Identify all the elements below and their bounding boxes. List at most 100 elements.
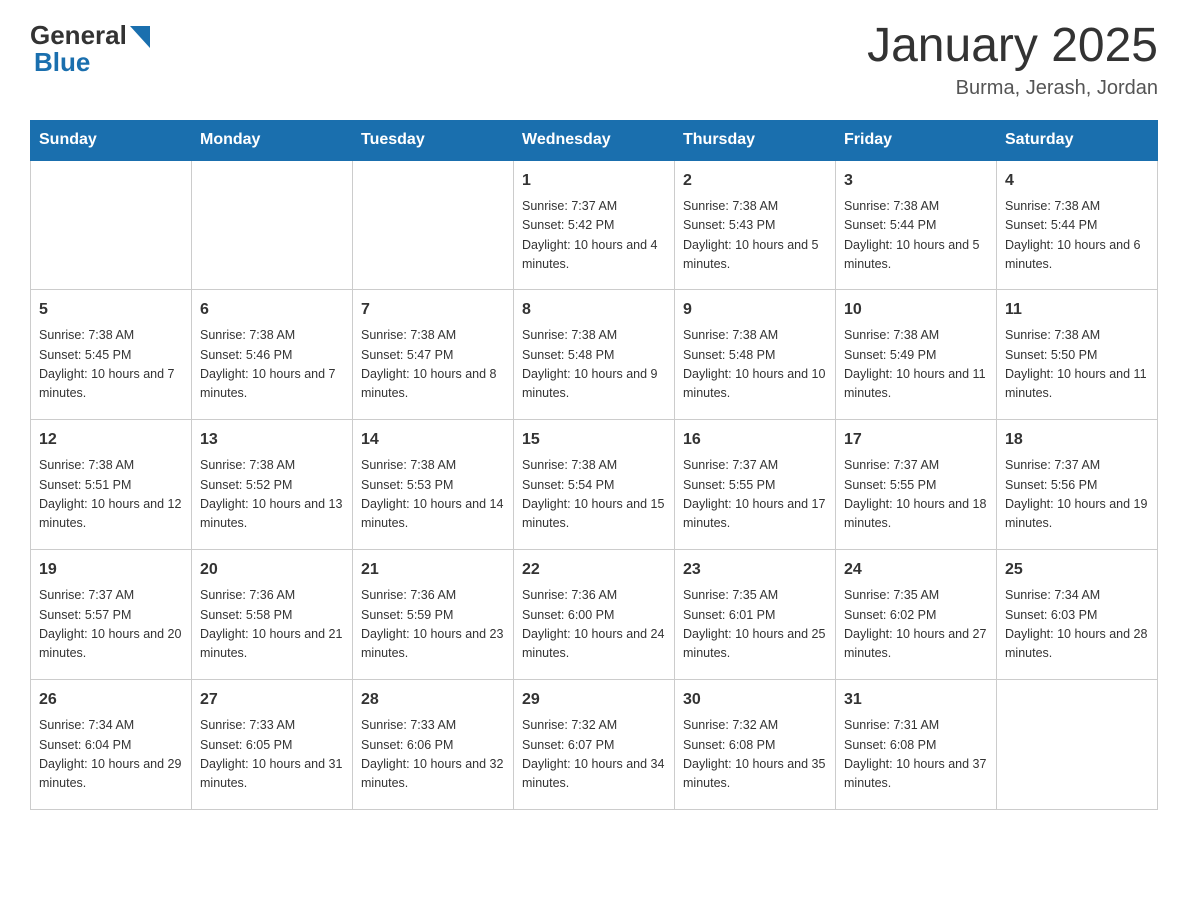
day-info: Sunrise: 7:38 AMSunset: 5:52 PMDaylight:…	[200, 456, 344, 534]
day-info: Sunrise: 7:36 AMSunset: 5:59 PMDaylight:…	[361, 586, 505, 664]
day-info: Sunrise: 7:34 AMSunset: 6:03 PMDaylight:…	[1005, 586, 1149, 664]
calendar-cell: 3 Sunrise: 7:38 AMSunset: 5:44 PMDaylight…	[836, 160, 997, 290]
day-info: Sunrise: 7:32 AMSunset: 6:08 PMDaylight:…	[683, 716, 827, 794]
calendar-cell: 19Sunrise: 7:37 AMSunset: 5:57 PMDayligh…	[31, 550, 192, 680]
calendar-cell: 31 Sunrise: 7:31 AMSunset: 6:08 PMDayligh…	[836, 680, 997, 810]
day-info: Sunrise: 7:38 AMSunset: 5:43 PMDaylight:…	[683, 197, 827, 275]
calendar-header: SundayMondayTuesdayWednesdayThursdayFrid…	[31, 120, 1158, 160]
page-header: General Blue January 2025 Burma, Jerash,…	[30, 20, 1158, 100]
calendar-cell	[192, 160, 353, 290]
day-info: Sunrise: 7:35 AMSunset: 6:01 PMDaylight:…	[683, 586, 827, 664]
header-sunday: Sunday	[31, 120, 192, 160]
day-info: Sunrise: 7:38 AMSunset: 5:54 PMDaylight:…	[522, 456, 666, 534]
day-number: 17	[844, 428, 988, 452]
day-info: Sunrise: 7:34 AMSunset: 6:04 PMDaylight:…	[39, 716, 183, 794]
day-info: Sunrise: 7:32 AMSunset: 6:07 PMDaylight:…	[522, 716, 666, 794]
calendar-cell: 10Sunrise: 7:38 AMSunset: 5:49 PMDayligh…	[836, 290, 997, 420]
calendar-cell	[353, 160, 514, 290]
calendar-cell: 5Sunrise: 7:38 AMSunset: 5:45 PMDaylight…	[31, 290, 192, 420]
day-info: Sunrise: 7:37 AMSunset: 5:55 PMDaylight:…	[683, 456, 827, 534]
calendar-cell: 2Sunrise: 7:38 AMSunset: 5:43 PMDaylight…	[675, 160, 836, 290]
calendar-cell: 4 Sunrise: 7:38 AMSunset: 5:44 PMDaylight…	[997, 160, 1158, 290]
day-number: 15	[522, 428, 666, 452]
day-number: 28	[361, 688, 505, 712]
day-number: 7	[361, 298, 505, 322]
calendar-cell: 6 Sunrise: 7:38 AMSunset: 5:46 PMDaylight…	[192, 290, 353, 420]
day-number: 25	[1005, 558, 1149, 582]
day-number: 21	[361, 558, 505, 582]
calendar-cell: 12 Sunrise: 7:38 AMSunset: 5:51 PMDayligh…	[31, 420, 192, 550]
week-row-2: 5Sunrise: 7:38 AMSunset: 5:45 PMDaylight…	[31, 290, 1158, 420]
header-friday: Friday	[836, 120, 997, 160]
calendar-cell: 30Sunrise: 7:32 AMSunset: 6:08 PMDayligh…	[675, 680, 836, 810]
calendar-body: 1 Sunrise: 7:37 AMSunset: 5:42 PMDaylight…	[31, 160, 1158, 810]
day-number: 4	[1005, 169, 1149, 193]
logo: General Blue	[30, 20, 150, 78]
calendar-subtitle: Burma, Jerash, Jordan	[867, 77, 1158, 100]
header-thursday: Thursday	[675, 120, 836, 160]
day-number: 6	[200, 298, 344, 322]
day-number: 5	[39, 298, 183, 322]
day-number: 12	[39, 428, 183, 452]
calendar-cell: 11Sunrise: 7:38 AMSunset: 5:50 PMDayligh…	[997, 290, 1158, 420]
day-number: 10	[844, 298, 988, 322]
day-info: Sunrise: 7:33 AMSunset: 6:05 PMDaylight:…	[200, 716, 344, 794]
day-number: 1	[522, 169, 666, 193]
calendar-cell: 20Sunrise: 7:36 AMSunset: 5:58 PMDayligh…	[192, 550, 353, 680]
week-row-1: 1 Sunrise: 7:37 AMSunset: 5:42 PMDaylight…	[31, 160, 1158, 290]
day-info: Sunrise: 7:35 AMSunset: 6:02 PMDaylight:…	[844, 586, 988, 664]
week-row-5: 26Sunrise: 7:34 AMSunset: 6:04 PMDayligh…	[31, 680, 1158, 810]
calendar-cell: 7 Sunrise: 7:38 AMSunset: 5:47 PMDaylight…	[353, 290, 514, 420]
calendar-cell	[31, 160, 192, 290]
calendar-cell: 26Sunrise: 7:34 AMSunset: 6:04 PMDayligh…	[31, 680, 192, 810]
day-info: Sunrise: 7:31 AMSunset: 6:08 PMDaylight:…	[844, 716, 988, 794]
day-info: Sunrise: 7:38 AMSunset: 5:47 PMDaylight:…	[361, 326, 505, 404]
day-number: 27	[200, 688, 344, 712]
day-number: 16	[683, 428, 827, 452]
calendar-cell: 24 Sunrise: 7:35 AMSunset: 6:02 PMDayligh…	[836, 550, 997, 680]
day-number: 29	[522, 688, 666, 712]
day-info: Sunrise: 7:37 AMSunset: 5:56 PMDaylight:…	[1005, 456, 1149, 534]
calendar-title: January 2025	[867, 20, 1158, 73]
day-info: Sunrise: 7:38 AMSunset: 5:48 PMDaylight:…	[522, 326, 666, 404]
day-info: Sunrise: 7:38 AMSunset: 5:46 PMDaylight:…	[200, 326, 344, 404]
day-info: Sunrise: 7:33 AMSunset: 6:06 PMDaylight:…	[361, 716, 505, 794]
calendar-cell: 17 Sunrise: 7:37 AMSunset: 5:55 PMDayligh…	[836, 420, 997, 550]
day-info: Sunrise: 7:38 AMSunset: 5:44 PMDaylight:…	[844, 197, 988, 275]
day-info: Sunrise: 7:36 AMSunset: 6:00 PMDaylight:…	[522, 586, 666, 664]
day-info: Sunrise: 7:37 AMSunset: 5:55 PMDaylight:…	[844, 456, 988, 534]
week-row-3: 12 Sunrise: 7:38 AMSunset: 5:51 PMDayligh…	[31, 420, 1158, 550]
calendar-cell: 28 Sunrise: 7:33 AMSunset: 6:06 PMDayligh…	[353, 680, 514, 810]
week-row-4: 19Sunrise: 7:37 AMSunset: 5:57 PMDayligh…	[31, 550, 1158, 680]
calendar-cell: 13 Sunrise: 7:38 AMSunset: 5:52 PMDayligh…	[192, 420, 353, 550]
calendar-cell: 29 Sunrise: 7:32 AMSunset: 6:07 PMDayligh…	[514, 680, 675, 810]
header-saturday: Saturday	[997, 120, 1158, 160]
calendar-cell: 21 Sunrise: 7:36 AMSunset: 5:59 PMDayligh…	[353, 550, 514, 680]
calendar-cell	[997, 680, 1158, 810]
day-number: 3	[844, 169, 988, 193]
calendar-cell: 23Sunrise: 7:35 AMSunset: 6:01 PMDayligh…	[675, 550, 836, 680]
day-number: 13	[200, 428, 344, 452]
day-info: Sunrise: 7:38 AMSunset: 5:51 PMDaylight:…	[39, 456, 183, 534]
day-number: 22	[522, 558, 666, 582]
day-info: Sunrise: 7:37 AMSunset: 5:42 PMDaylight:…	[522, 197, 666, 275]
day-number: 9	[683, 298, 827, 322]
calendar-table: SundayMondayTuesdayWednesdayThursdayFrid…	[30, 120, 1158, 811]
logo-triangle-icon	[130, 26, 150, 48]
calendar-cell: 8 Sunrise: 7:38 AMSunset: 5:48 PMDaylight…	[514, 290, 675, 420]
title-section: January 2025 Burma, Jerash, Jordan	[867, 20, 1158, 100]
header-tuesday: Tuesday	[353, 120, 514, 160]
day-info: Sunrise: 7:36 AMSunset: 5:58 PMDaylight:…	[200, 586, 344, 664]
day-info: Sunrise: 7:37 AMSunset: 5:57 PMDaylight:…	[39, 586, 183, 664]
day-number: 8	[522, 298, 666, 322]
calendar-cell: 27 Sunrise: 7:33 AMSunset: 6:05 PMDayligh…	[192, 680, 353, 810]
calendar-cell: 9Sunrise: 7:38 AMSunset: 5:48 PMDaylight…	[675, 290, 836, 420]
calendar-cell: 15 Sunrise: 7:38 AMSunset: 5:54 PMDayligh…	[514, 420, 675, 550]
day-info: Sunrise: 7:38 AMSunset: 5:44 PMDaylight:…	[1005, 197, 1149, 275]
day-number: 31	[844, 688, 988, 712]
header-wednesday: Wednesday	[514, 120, 675, 160]
day-number: 24	[844, 558, 988, 582]
header-row: SundayMondayTuesdayWednesdayThursdayFrid…	[31, 120, 1158, 160]
calendar-cell: 18Sunrise: 7:37 AMSunset: 5:56 PMDayligh…	[997, 420, 1158, 550]
header-monday: Monday	[192, 120, 353, 160]
